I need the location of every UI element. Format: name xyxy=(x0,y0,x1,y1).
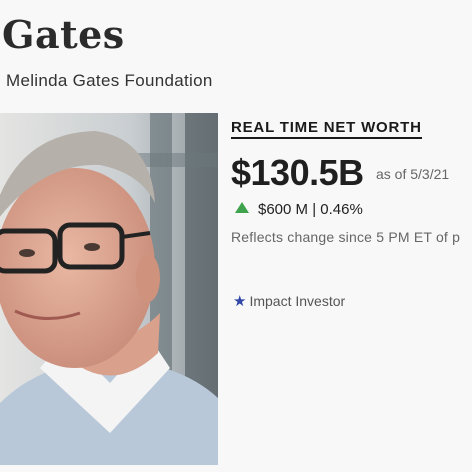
star-icon: ★ xyxy=(233,293,247,310)
net-worth-heading: REAL TIME NET WORTH xyxy=(231,119,422,139)
up-arrow-icon xyxy=(235,202,249,213)
net-worth-change: $600 M | 0.46% xyxy=(235,201,363,218)
reflects-change-note: Reflects change since 5 PM ET of p xyxy=(231,229,461,245)
change-value: $600 M | 0.46% xyxy=(258,201,363,218)
person-name-title: Gates xyxy=(2,12,125,57)
impact-investor-badge[interactable]: ★ Impact Investor xyxy=(233,292,345,310)
badge-label: Impact Investor xyxy=(249,293,346,309)
organization-label: Melinda Gates Foundation xyxy=(6,71,213,90)
net-worth-value: $130.5B xyxy=(231,152,364,193)
as-of-date: as of 5/3/21 xyxy=(376,166,450,182)
profile-photo xyxy=(0,113,218,465)
